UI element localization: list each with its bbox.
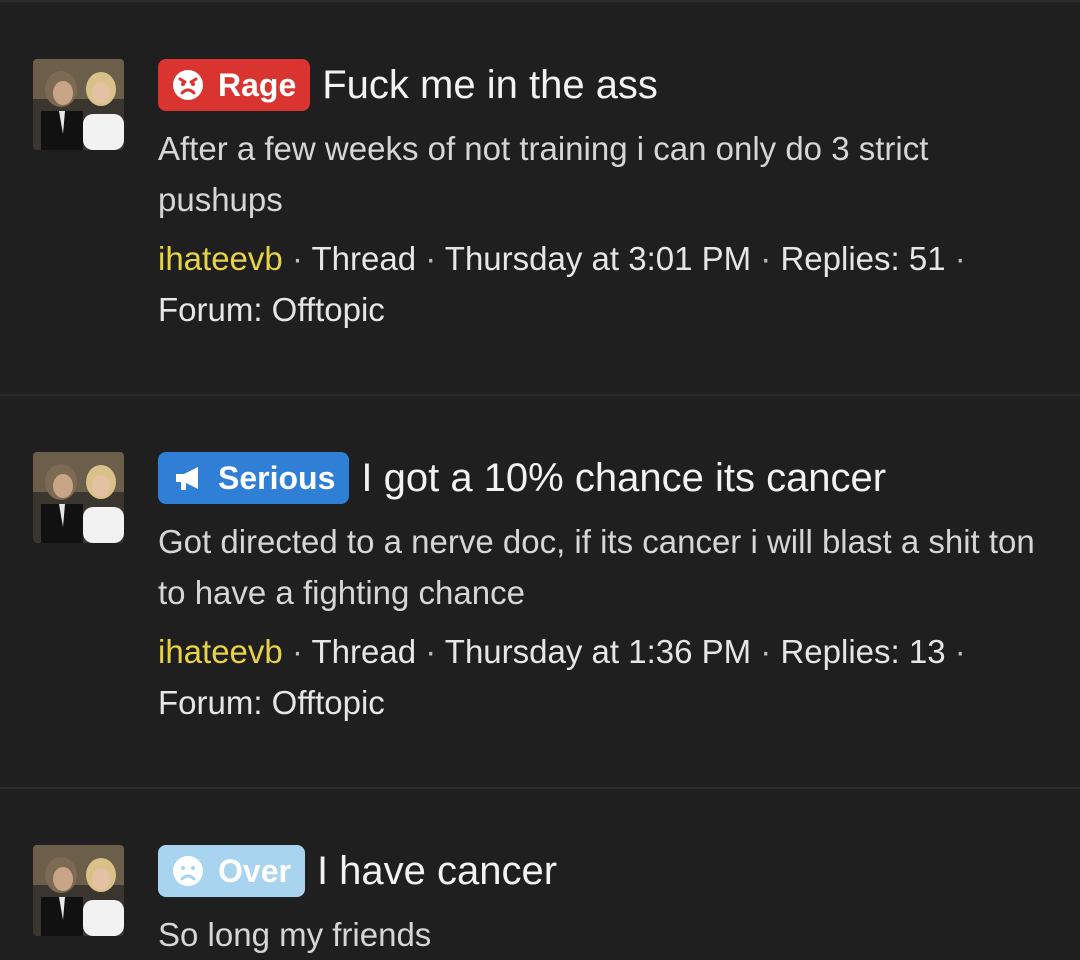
author-link[interactable]: ihateevb (158, 633, 283, 670)
sad-face-icon (173, 856, 203, 886)
thread-snippet: Got directed to a nerve doc, if its canc… (158, 523, 1035, 611)
thread-meta: ihateevb · Thread · Thursday at 3:01 PM … (158, 240, 966, 328)
thread-title[interactable]: I got a 10% chance its cancer (361, 452, 886, 504)
thread-forum[interactable]: Forum: Offtopic (158, 291, 385, 328)
author-link[interactable]: ihateevb (158, 240, 283, 277)
thread-snippet: After a few weeks of not training i can … (158, 130, 929, 218)
thread-snippet: So long my friends (158, 916, 432, 953)
megaphone-icon (176, 467, 198, 490)
angry-face-icon (173, 70, 203, 100)
prefix-badge-rage[interactable]: Rage (158, 59, 311, 111)
thread-meta: ihateevb · Thread · Thursday at 1:36 PM … (158, 633, 966, 721)
divider (0, 394, 1080, 396)
top-divider (0, 0, 1080, 2)
thread-replies: Replies: 13 (780, 633, 946, 670)
avatar[interactable] (33, 845, 124, 936)
thread-date[interactable]: Thursday at 1:36 PM (445, 633, 751, 670)
thread-type: Thread (311, 240, 417, 277)
avatar[interactable] (33, 452, 124, 543)
thread-type: Thread (311, 633, 417, 670)
thread-date[interactable]: Thursday at 3:01 PM (445, 240, 751, 277)
thread-title[interactable]: I have cancer (317, 845, 557, 897)
prefix-badge-serious[interactable]: Serious (158, 452, 350, 504)
divider (0, 787, 1080, 789)
prefix-badge-over[interactable]: Over (158, 845, 305, 897)
avatar[interactable] (33, 59, 124, 150)
prefix-label: Over (218, 852, 291, 889)
thread-title[interactable]: Fuck me in the ass (322, 59, 658, 111)
thread-forum[interactable]: Forum: Offtopic (158, 684, 385, 721)
prefix-label: Rage (218, 66, 297, 103)
prefix-label: Serious (218, 459, 336, 496)
thread-replies: Replies: 51 (780, 240, 946, 277)
